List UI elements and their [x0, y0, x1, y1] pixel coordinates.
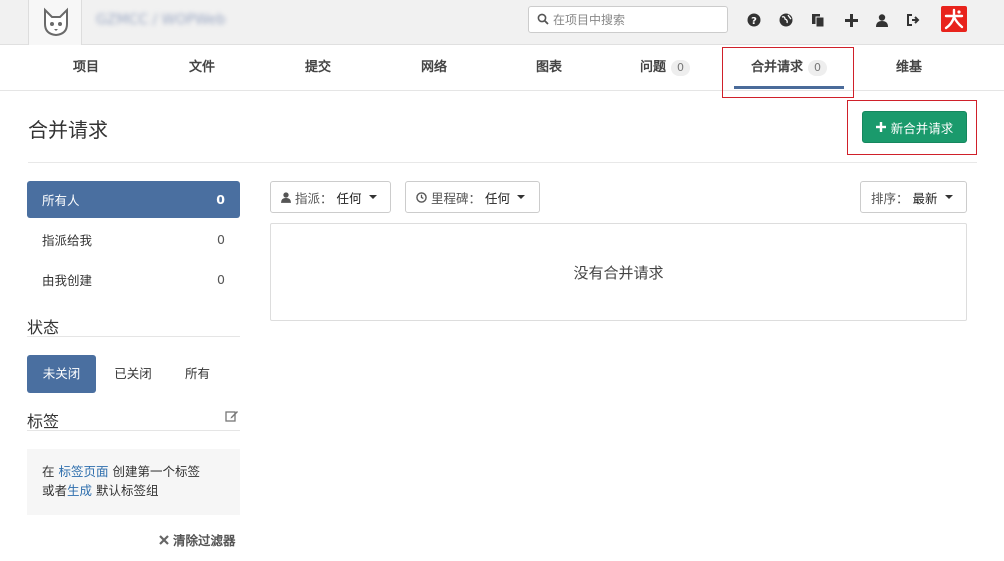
close-icon [159, 534, 169, 545]
plus-icon [875, 122, 886, 132]
scope-item-assigned-to-me[interactable]: 指派给我 0 [27, 221, 240, 258]
milestone-filter-value: 任何 [485, 190, 511, 206]
plus-icon[interactable] [843, 12, 859, 28]
tab-label: 文件 [188, 60, 215, 75]
milestone-filter-label: 里程碑： [431, 190, 482, 206]
assignee-filter-value: 任何 [336, 190, 362, 206]
highlight-box-tab [722, 47, 854, 98]
labels-empty-hint: 在 标签页面 创建第一个标签 或者生成 默认标签组 [27, 449, 240, 515]
tab-label: 问题 [639, 60, 666, 75]
new-merge-request-button[interactable]: 新合并请求 [862, 111, 967, 143]
new-merge-request-label: 新合并请求 [890, 120, 954, 136]
copy-icon[interactable] [810, 12, 826, 28]
sign-out-icon[interactable] [906, 12, 922, 28]
globe-icon[interactable] [778, 12, 794, 28]
caret-down-icon [944, 195, 953, 199]
cat-logo-icon [44, 7, 68, 37]
user-icon[interactable] [874, 12, 890, 28]
sort-label: 排序： [871, 190, 909, 206]
scope-label: 指派给我 [42, 233, 93, 248]
search-input[interactable] [553, 10, 721, 29]
divider [27, 430, 240, 431]
tab-issues[interactable]: 问题 0 [607, 45, 723, 91]
tab-project[interactable]: 项目 [28, 45, 144, 91]
user-icon [281, 191, 291, 203]
clear-filters-link[interactable]: 清除过滤器 [159, 530, 236, 549]
assignee-filter-label: 指派： [295, 190, 333, 206]
state-closed-button[interactable]: 已关闭 [100, 355, 166, 393]
assignee-filter-dropdown[interactable]: 指派： 任何 [270, 181, 391, 213]
scope-item-created-by-me[interactable]: 由我创建 0 [27, 261, 240, 298]
caret-down-icon [368, 195, 377, 199]
sort-value: 最新 [912, 190, 938, 206]
gitlab-logo[interactable] [28, 0, 82, 45]
scope-count: 0 [217, 272, 225, 287]
clock-icon [416, 191, 427, 203]
state-all-button[interactable]: 所有 [170, 355, 225, 393]
tab-commits[interactable]: 提交 [260, 45, 376, 91]
scope-count: 0 [216, 192, 225, 207]
tab-label: 提交 [304, 60, 331, 75]
hint-text: 或者 [42, 483, 68, 498]
page-title: 合并请求 [28, 118, 108, 142]
sort-dropdown[interactable]: 排序： 最新 [860, 181, 967, 213]
top-header: GZMCC / WOPWeb ? [0, 0, 1004, 45]
state-open-button[interactable]: 未关闭 [27, 355, 96, 393]
issues-count-badge: 0 [671, 60, 690, 76]
tab-files[interactable]: 文件 [144, 45, 260, 91]
labels-page-link[interactable]: 标签页面 [59, 464, 109, 479]
user-avatar[interactable] [941, 6, 967, 32]
svg-text:?: ? [751, 16, 757, 27]
milestone-filter-dropdown[interactable]: 里程碑： 任何 [405, 181, 540, 213]
state-section-title: 状态 [27, 318, 60, 337]
tab-wiki[interactable]: 维基 [851, 45, 967, 91]
search-icon [537, 13, 549, 25]
scope-count: 0 [217, 232, 225, 247]
help-icon[interactable]: ? [746, 12, 762, 28]
tab-label: 图表 [535, 60, 562, 75]
tab-graphs[interactable]: 图表 [491, 45, 607, 91]
tab-network[interactable]: 网络 [376, 45, 492, 91]
merge-requests-list: 没有合并请求 [270, 223, 967, 321]
tab-label: 项目 [72, 60, 99, 75]
divider [27, 336, 240, 337]
hint-text: 默认标签组 [96, 483, 159, 498]
tab-label: 网络 [420, 60, 447, 75]
clear-filters-label: 清除过滤器 [173, 533, 236, 548]
scope-label: 由我创建 [42, 273, 93, 288]
tab-label: 维基 [895, 60, 922, 75]
brand-logo-icon [944, 8, 964, 30]
search-box[interactable] [528, 6, 728, 33]
hint-text: 在 [42, 464, 55, 479]
scope-label: 所有人 [42, 193, 80, 208]
caret-down-icon [517, 195, 526, 199]
project-path[interactable]: GZMCC / WOPWeb [96, 12, 226, 28]
divider [28, 162, 977, 163]
empty-state-message: 没有合并请求 [573, 264, 664, 282]
hint-text: 创建第一个标签 [112, 464, 201, 479]
generate-labels-link[interactable]: 生成 [67, 483, 92, 498]
edit-icon[interactable] [225, 409, 239, 427]
labels-section-title: 标签 [27, 412, 60, 431]
scope-item-everyone[interactable]: 所有人 0 [27, 181, 240, 218]
